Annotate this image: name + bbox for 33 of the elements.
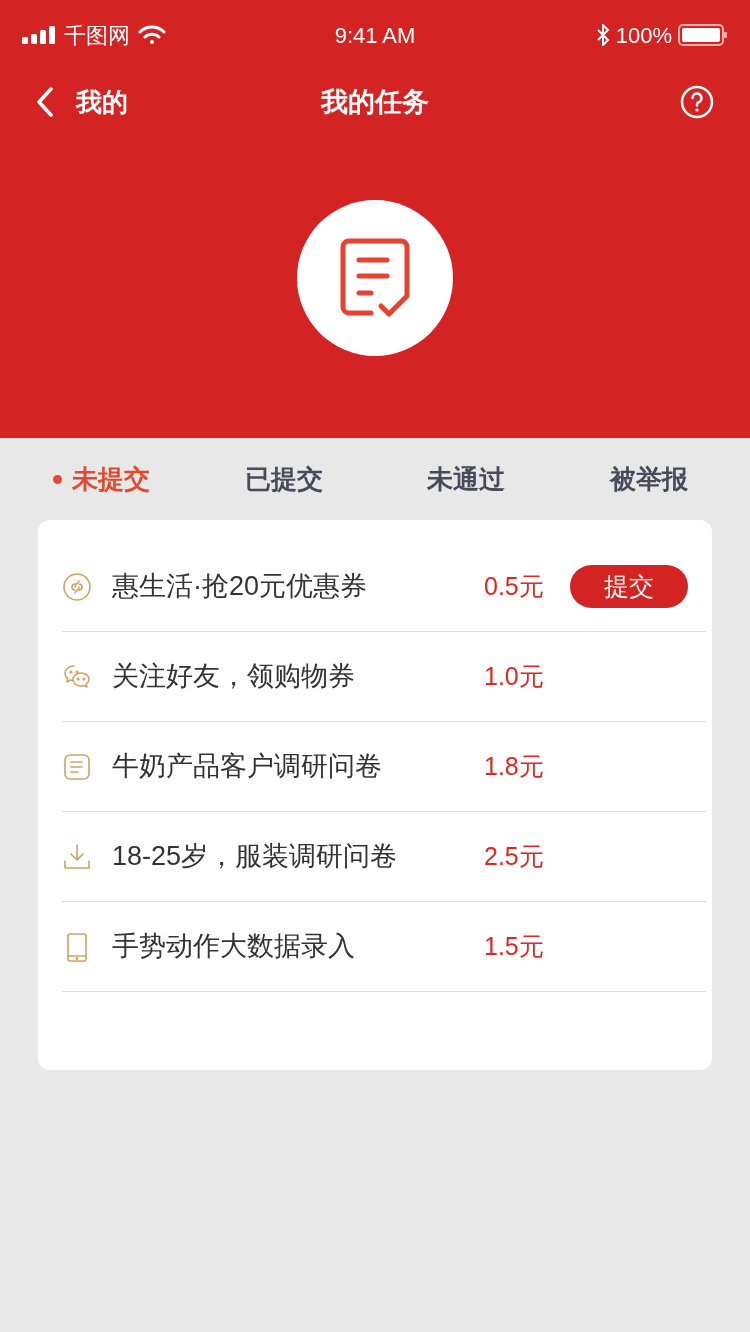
download-icon [62, 841, 92, 872]
checklist-icon [339, 238, 411, 318]
link-icon [62, 571, 92, 602]
task-title: 18-25岁，服装调研问卷 [112, 840, 399, 874]
task-title: 惠生活·抢20元优惠券 [112, 570, 369, 604]
task-reward: 1.0元 [484, 660, 545, 692]
tab[interactable]: 已提交 [192, 459, 375, 499]
task-title: 牛奶产品客户调研问卷 [112, 750, 383, 784]
task-row[interactable]: 手势动作大数据录入 1.5元 [62, 902, 706, 992]
back-button[interactable]: 我的 [36, 82, 128, 122]
task-reward: 2.5元 [484, 840, 545, 872]
page-title: 我的任务 [321, 85, 429, 119]
status-time: 9:41 AM [333, 21, 417, 50]
task-reward: 1.8元 [484, 750, 545, 782]
battery-percent: 100% [615, 21, 672, 50]
task-reward: 1.5元 [484, 930, 545, 962]
tab[interactable]: 未通过 [375, 459, 558, 499]
bluetooth-icon [595, 24, 610, 46]
carrier-name: 千图网 [64, 21, 130, 50]
task-row[interactable]: 关注好友，领购物券 1.0元 [62, 632, 706, 722]
battery-icon [678, 24, 728, 46]
task-title: 关注好友，领购物券 [112, 660, 356, 694]
tab[interactable]: 被举报 [557, 459, 740, 499]
document-icon [62, 751, 92, 782]
help-icon[interactable] [680, 85, 714, 119]
wifi-icon [138, 25, 166, 45]
task-reward: 0.5元 [484, 570, 545, 602]
task-row[interactable]: 惠生活·抢20元优惠券 0.5元 提交 [62, 542, 706, 632]
submit-button[interactable]: 提交 [570, 565, 688, 608]
task-row[interactable]: 18-25岁，服装调研问卷 2.5元 [62, 812, 706, 902]
task-row[interactable]: 牛奶产品客户调研问卷 1.8元 [62, 722, 706, 812]
signal-icon [22, 26, 56, 44]
task-title: 手势动作大数据录入 [112, 930, 356, 964]
